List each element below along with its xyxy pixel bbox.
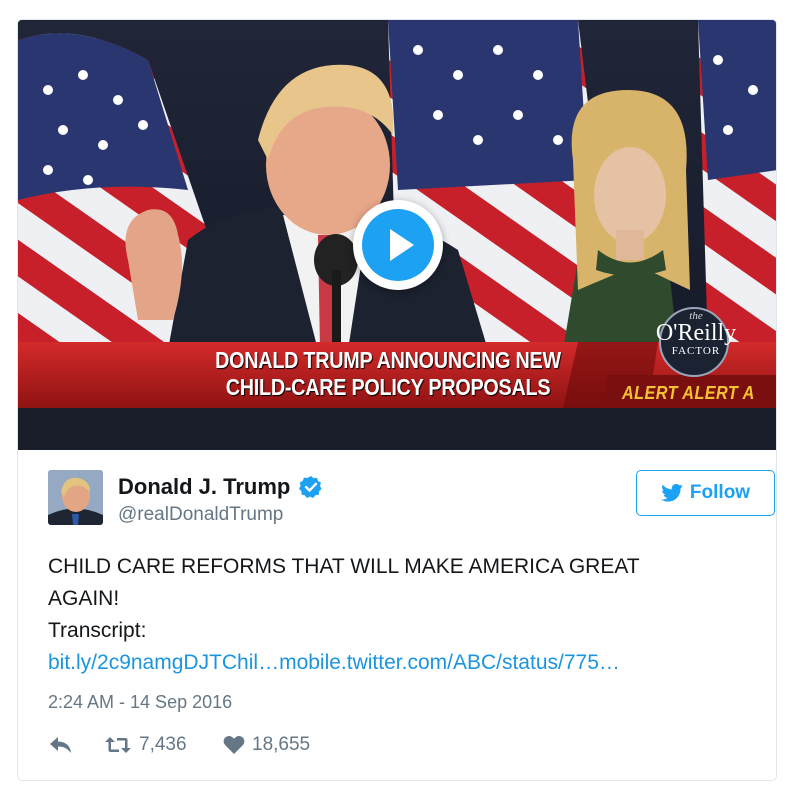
oreilly-factor-logo: the O'Reilly FACTOR (655, 310, 737, 358)
author-name-row[interactable]: Donald J. Trump (118, 474, 323, 502)
alert-ticker: ALERT ALERT A (622, 383, 755, 403)
tweet-timestamp[interactable]: 2:24 AM - 14 Sep 2016 (48, 692, 232, 713)
verified-badge-icon (298, 475, 323, 499)
flag-right (698, 20, 776, 350)
tweet-card: DONALD TRUMP ANNOUNCING NEW CHILD-CARE P… (17, 19, 777, 781)
follow-button[interactable]: Follow (636, 470, 775, 516)
tweet-link[interactable]: bit.ly/2c9namgDJTChil…mobile.twitter.com… (48, 647, 748, 679)
retweet-icon (105, 737, 131, 753)
tweet-line-3: Transcript: (48, 619, 147, 642)
video-player[interactable]: DONALD TRUMP ANNOUNCING NEW CHILD-CARE P… (18, 20, 776, 450)
tweet-actions: 7,436 18,655 (48, 731, 448, 759)
retweet-button[interactable]: 7,436 (104, 731, 187, 759)
play-icon (362, 209, 434, 281)
twitter-bird-icon (661, 484, 683, 502)
like-button[interactable]: 18,655 (223, 731, 310, 759)
tweet-line-2: AGAIN! (48, 587, 120, 610)
tweet-line-1: CHILD CARE REFORMS THAT WILL MAKE AMERIC… (48, 555, 640, 578)
display-name[interactable]: Donald J. Trump (118, 474, 290, 499)
chyron-headline: DONALD TRUMP ANNOUNCING NEW CHILD-CARE P… (199, 347, 577, 401)
tweet-header: Donald J. Trump @realDonaldTrump Follow (48, 468, 775, 528)
reply-button[interactable] (48, 731, 74, 759)
chyron-line-1: DONALD TRUMP ANNOUNCING NEW (215, 347, 561, 373)
play-button[interactable] (353, 200, 443, 290)
retweet-count: 7,436 (139, 734, 187, 755)
chyron-line-2: CHILD-CARE POLICY PROPOSALS (225, 374, 551, 400)
avatar[interactable] (48, 470, 103, 525)
reply-icon (50, 737, 71, 753)
like-count: 18,655 (252, 734, 311, 755)
heart-icon (223, 735, 245, 754)
tweet-text: CHILD CARE REFORMS THAT WILL MAKE AMERIC… (48, 551, 748, 679)
author-handle[interactable]: @realDonaldTrump (118, 504, 283, 526)
follow-label: Follow (689, 482, 751, 503)
